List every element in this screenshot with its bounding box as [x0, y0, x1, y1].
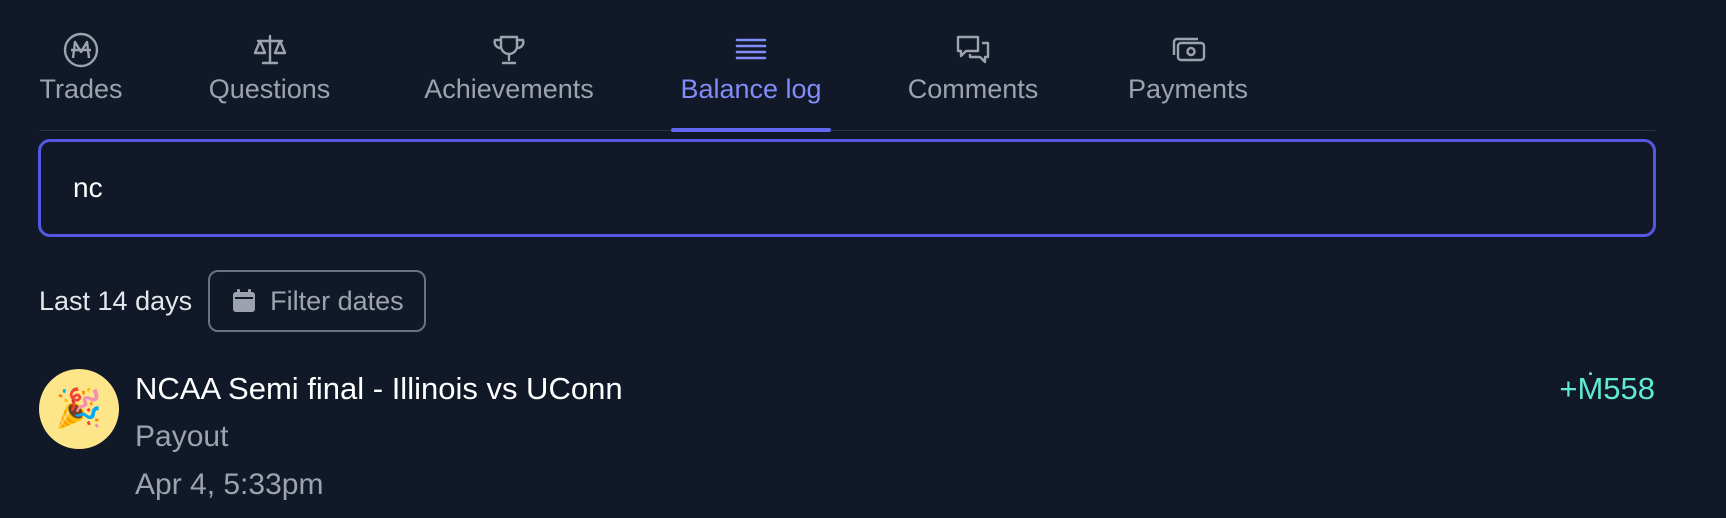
- tab-label: Achievements: [424, 74, 594, 104]
- mana-coin-icon: [61, 30, 101, 70]
- tab-trades[interactable]: Trades: [39, 28, 123, 131]
- entry-type: Payout: [135, 420, 229, 453]
- search-input[interactable]: [38, 139, 1656, 237]
- tab-questions[interactable]: Questions: [206, 28, 333, 131]
- active-tab-indicator: [671, 128, 831, 132]
- entry-date: Apr 4, 5:33pm: [135, 468, 324, 501]
- tab-label: Comments: [907, 74, 1039, 104]
- tab-comments[interactable]: Comments: [903, 28, 1043, 131]
- calendar-icon: [233, 289, 256, 312]
- party-popper-avatar: 🎉: [39, 369, 119, 449]
- profile-page: Trades Questions Achievements Balance lo…: [0, 0, 1726, 518]
- date-range-label: Last 14 days: [39, 285, 193, 316]
- tab-bar: Trades Questions Achievements Balance lo…: [39, 28, 1655, 132]
- tab-balance-log[interactable]: Balance log: [671, 28, 831, 132]
- tab-achievements[interactable]: Achievements: [419, 28, 599, 131]
- filter-dates-button[interactable]: Filter dates: [208, 270, 426, 332]
- balance-log-entry[interactable]: 🎉 NCAA Semi final - Illinois vs UConn Pa…: [39, 369, 1655, 518]
- trophy-icon: [489, 30, 529, 70]
- scale-icon: [250, 30, 290, 70]
- filter-dates-label: Filter dates: [270, 285, 404, 316]
- date-filter-row: Last 14 days Filter dates: [39, 269, 426, 333]
- tab-label: Balance log: [680, 74, 822, 104]
- tab-label: Questions: [208, 74, 331, 104]
- list-icon: [731, 30, 771, 70]
- entry-title[interactable]: NCAA Semi final - Illinois vs UConn: [135, 369, 623, 409]
- entry-amount: +Ṁ558: [1559, 371, 1655, 406]
- tab-payments[interactable]: Payments: [1123, 28, 1253, 131]
- chat-bubbles-icon: [953, 30, 993, 70]
- tab-label: Trades: [39, 74, 123, 104]
- cash-icon: [1168, 30, 1208, 70]
- tab-label: Payments: [1127, 74, 1249, 104]
